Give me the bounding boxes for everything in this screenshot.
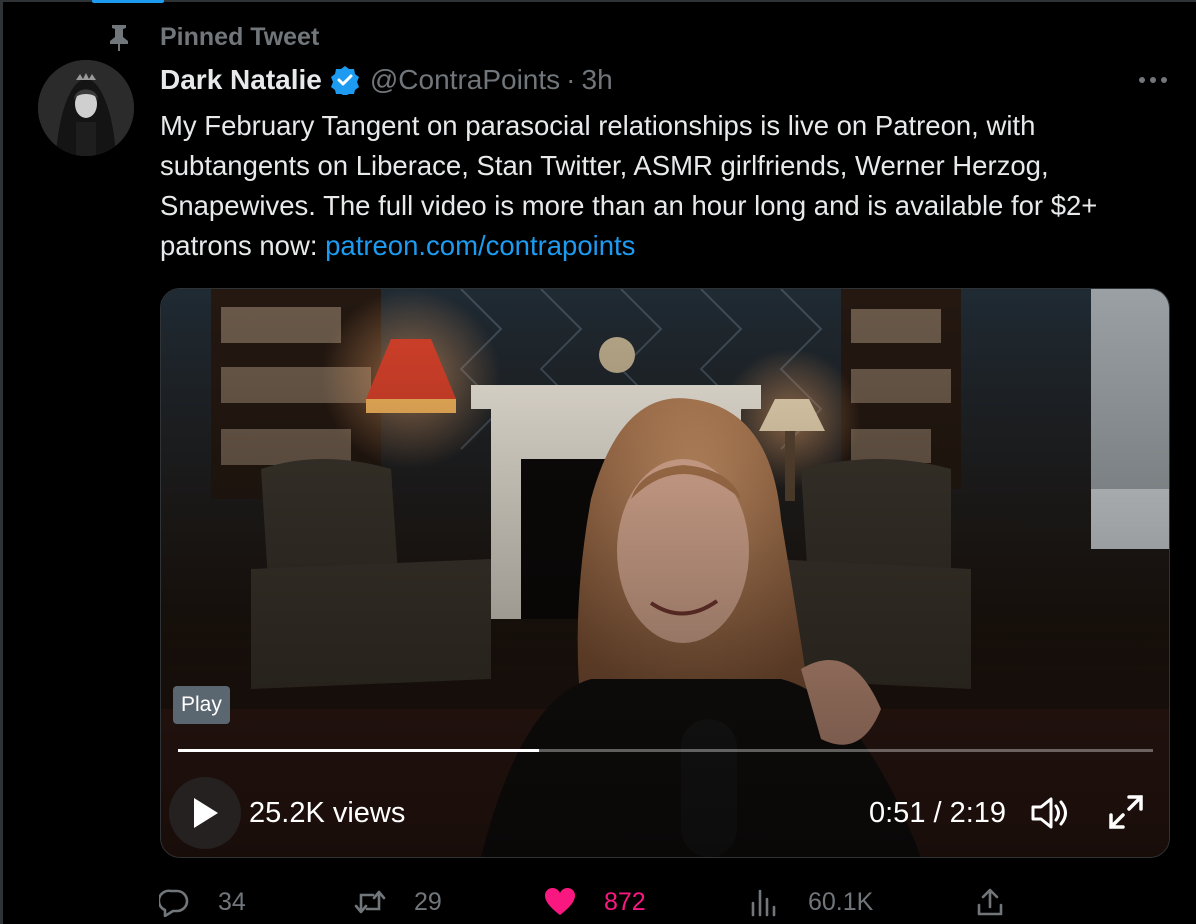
handle[interactable]: @ContraPoints bbox=[370, 64, 560, 96]
reply-button[interactable]: 34 bbox=[158, 880, 246, 924]
video-controls: 25.2K views 0:51 / 2:19 bbox=[161, 777, 1169, 849]
pinned-row: Pinned Tweet bbox=[104, 20, 319, 54]
fullscreen-icon[interactable] bbox=[1107, 793, 1145, 831]
display-name[interactable]: Dark Natalie bbox=[160, 64, 322, 96]
reply-icon bbox=[158, 886, 190, 918]
separator: · bbox=[566, 64, 576, 95]
play-button[interactable] bbox=[169, 777, 241, 849]
action-bar: 34 29 872 60.1K bbox=[158, 880, 1188, 924]
play-tooltip: Play bbox=[173, 686, 230, 724]
retweet-icon bbox=[354, 886, 386, 918]
views-count: 60.1K bbox=[808, 887, 874, 916]
retweet-count: 29 bbox=[414, 887, 442, 916]
play-icon bbox=[194, 798, 218, 828]
avatar[interactable] bbox=[38, 60, 134, 156]
pin-icon bbox=[104, 22, 134, 52]
progress-bar[interactable] bbox=[178, 749, 1153, 752]
reply-count: 34 bbox=[218, 887, 246, 916]
video-frame bbox=[161, 289, 1169, 857]
heart-icon bbox=[544, 886, 576, 918]
tweet-screen: Pinned Tweet Dark Natalie @ContraPoints … bbox=[0, 0, 1196, 924]
more-icon[interactable] bbox=[1136, 68, 1170, 92]
progress-fill bbox=[178, 749, 539, 752]
patreon-link[interactable]: patreon.com/contrapoints bbox=[325, 230, 635, 261]
views-button[interactable]: 60.1K bbox=[748, 880, 873, 924]
like-button[interactable]: 872 bbox=[544, 880, 646, 924]
timecode: 0:51 / 2:19 bbox=[869, 797, 1007, 829]
column-border bbox=[0, 0, 3, 924]
tweet-text: My February Tangent on parasocial relati… bbox=[160, 106, 1170, 266]
view-count: 25.2K views bbox=[249, 797, 406, 829]
pinned-label: Pinned Tweet bbox=[160, 22, 320, 51]
tab-indicator bbox=[92, 0, 164, 3]
views-icon bbox=[748, 886, 780, 918]
like-count: 872 bbox=[604, 887, 646, 916]
share-button[interactable] bbox=[974, 880, 1006, 924]
share-icon bbox=[974, 886, 1006, 918]
verified-badge-icon[interactable] bbox=[330, 65, 360, 95]
video-player[interactable]: Play 25.2K views 0:51 / 2:19 bbox=[160, 288, 1170, 858]
top-border bbox=[0, 0, 1196, 2]
retweet-button[interactable]: 29 bbox=[354, 880, 442, 924]
timestamp[interactable]: 3h bbox=[582, 64, 613, 96]
volume-icon[interactable] bbox=[1029, 793, 1069, 833]
tweet-header: Dark Natalie @ContraPoints · 3h bbox=[160, 60, 613, 100]
